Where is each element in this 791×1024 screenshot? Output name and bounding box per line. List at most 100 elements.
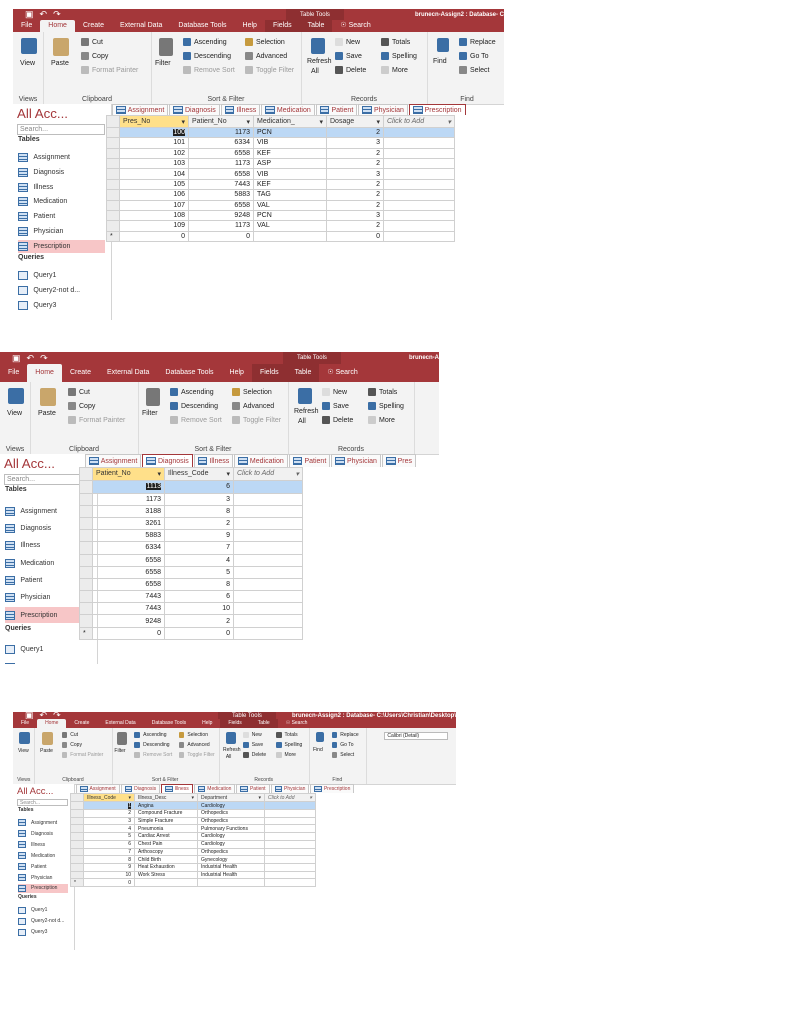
record-selector[interactable] [106,126,120,139]
table-cell[interactable]: 8 [164,504,234,518]
table-cell[interactable]: 103 [119,157,189,170]
record-selector[interactable] [106,209,120,222]
record-selector[interactable] [79,480,93,494]
doc-tab-physician[interactable]: Physician [270,784,310,793]
column-header-illness-code[interactable]: Illness_Code ▾ [164,467,234,482]
table-cell[interactable]: 6558 [188,199,254,211]
table-cell[interactable]: 6 [164,590,234,604]
table-row[interactable]: 108 9248 PCN 3 [106,209,455,222]
totals-button[interactable]: Totals [381,38,410,46]
record-selector[interactable] [79,602,93,616]
table-cell[interactable]: 101 [119,137,189,149]
selection-button[interactable]: Selection [178,732,208,738]
record-selector[interactable] [70,862,84,872]
doc-tab-diagnosis[interactable]: Diagnosis [169,104,220,116]
ribbon-tab-file[interactable]: File [13,719,37,728]
record-selector[interactable]: * [106,230,120,243]
ascending-button[interactable]: Ascending [134,732,166,738]
refresh-all-button[interactable]: All [226,754,232,760]
doc-tab-diagnosis[interactable]: Diagnosis [120,784,161,793]
sort-dropdown-icon[interactable]: ▾ [246,118,250,126]
table-cell[interactable]: 6334 [188,137,254,149]
table-row[interactable]: 4 Pneumonia Pulmonary Functions [70,824,316,834]
new-record-row[interactable]: * 0 0 [79,626,303,640]
descending-button[interactable]: Descending [134,742,170,748]
sort-dropdown-icon[interactable]: ▾ [191,795,194,801]
advanced-button[interactable]: Advanced [178,742,210,748]
table-cell[interactable]: 2 [83,809,135,818]
table-cell[interactable]: Gynecology [197,855,265,864]
table-cell[interactable]: KEF [253,178,327,191]
ribbon-tab-create[interactable]: Create [75,20,112,32]
toggle-filter-button[interactable]: Toggle Filter [232,416,281,424]
table-cell[interactable]: 106 [119,189,189,201]
table-cell[interactable]: Cardiology [197,839,265,849]
column-header-patient-no[interactable]: Patient_No ▾ [188,115,254,128]
save-record-button[interactable]: Save [335,52,362,60]
doc-tab-illness[interactable]: Illness [220,104,261,116]
format-painter-button[interactable]: Format Painter [68,416,125,424]
doc-tab-illness[interactable]: Illness [161,784,193,793]
table-cell[interactable]: Pneumonia [134,824,198,834]
table-cell[interactable]: 9248 [188,209,254,222]
ribbon-tab-file[interactable]: File [0,364,27,382]
table-cell[interactable]: 102 [119,147,189,159]
nav-search-input[interactable]: Search... [17,798,68,806]
more-button[interactable]: More [275,752,296,758]
table-row[interactable]: 7443 10 [79,602,303,616]
select-button[interactable]: Select [331,752,354,758]
record-selector[interactable] [79,553,93,567]
nav-table-physician[interactable]: Physician [18,873,68,883]
table-cell[interactable]: 7 [83,847,135,857]
tell-me-search[interactable]: ☉ Search [332,20,378,32]
column-header-pres-no[interactable]: Pres_No ▾ [119,115,189,128]
ribbon-tab-home[interactable]: Home [37,719,67,728]
view-button[interactable]: View [20,60,35,67]
ribbon-tab-create[interactable]: Create [66,719,97,728]
doc-tab-diagnosis[interactable]: Diagnosis [142,454,193,468]
table-row[interactable]: 6558 4 [79,553,303,567]
table-cell[interactable]: 6 [164,480,234,494]
save-icon[interactable]: ▣ [12,353,21,364]
table-row[interactable]: 9248 2 [79,614,303,628]
table-cell[interactable]: 2 [164,516,234,531]
table-cell[interactable]: 0 [119,230,189,243]
save-icon[interactable]: ▣ [25,9,34,20]
refresh-button[interactable]: Refresh [294,408,319,415]
tell-me-search[interactable]: ☉ Search [278,719,316,728]
table-cell[interactable]: 3188 [92,504,165,518]
nav-query-2[interactable]: Query2-not d... [18,284,105,297]
refresh-button[interactable]: Refresh [307,58,332,65]
more-button[interactable]: More [368,416,395,424]
table-cell[interactable]: Angina [134,801,198,811]
nav-table-medication[interactable]: Medication [18,195,105,208]
spelling-button[interactable]: Spelling [368,402,404,410]
nav-query-1[interactable]: Query1 [18,269,105,282]
paste-button[interactable]: Paste [40,748,53,754]
ribbon-tab-home[interactable]: Home [40,20,75,32]
doc-tab-assignment[interactable]: Assignment [85,454,142,468]
record-selector[interactable] [70,816,84,826]
table-cell[interactable]: Compound Fracture [134,809,198,818]
nav-tables-header[interactable]: Tables [18,136,40,143]
record-selector[interactable] [79,492,93,506]
table-cell[interactable]: Heat Exhaustion [134,862,198,872]
nav-queries-header[interactable]: Queries [5,625,31,632]
nav-queries-header[interactable]: Queries [18,254,44,261]
format-painter-button[interactable]: Format Painter [81,66,138,74]
totals-button[interactable]: Totals [275,732,298,738]
table-cell[interactable]: PCN [253,126,327,139]
delete-record-button[interactable]: Delete [322,416,353,424]
table-row[interactable]: 6 Chest Pain Cardiology [70,839,316,849]
table-row[interactable]: 104 6558 VIB 3 [106,168,455,180]
paste-button[interactable]: Paste [38,410,56,417]
column-header-medication-[interactable]: Medication_ ▾ [253,115,327,128]
table-cell[interactable]: 5 [164,565,234,579]
nav-search-input[interactable]: Search... [4,474,91,485]
record-selector[interactable]: * [70,878,84,887]
record-selector[interactable] [106,168,120,180]
nav-query-2[interactable]: Query2-not d... [18,916,68,926]
table-cell[interactable]: 109 [119,220,189,232]
table-row[interactable]: 5 Cardiac Arrest Cardiology [70,832,316,841]
nav-search-input[interactable]: Search... [17,124,105,135]
